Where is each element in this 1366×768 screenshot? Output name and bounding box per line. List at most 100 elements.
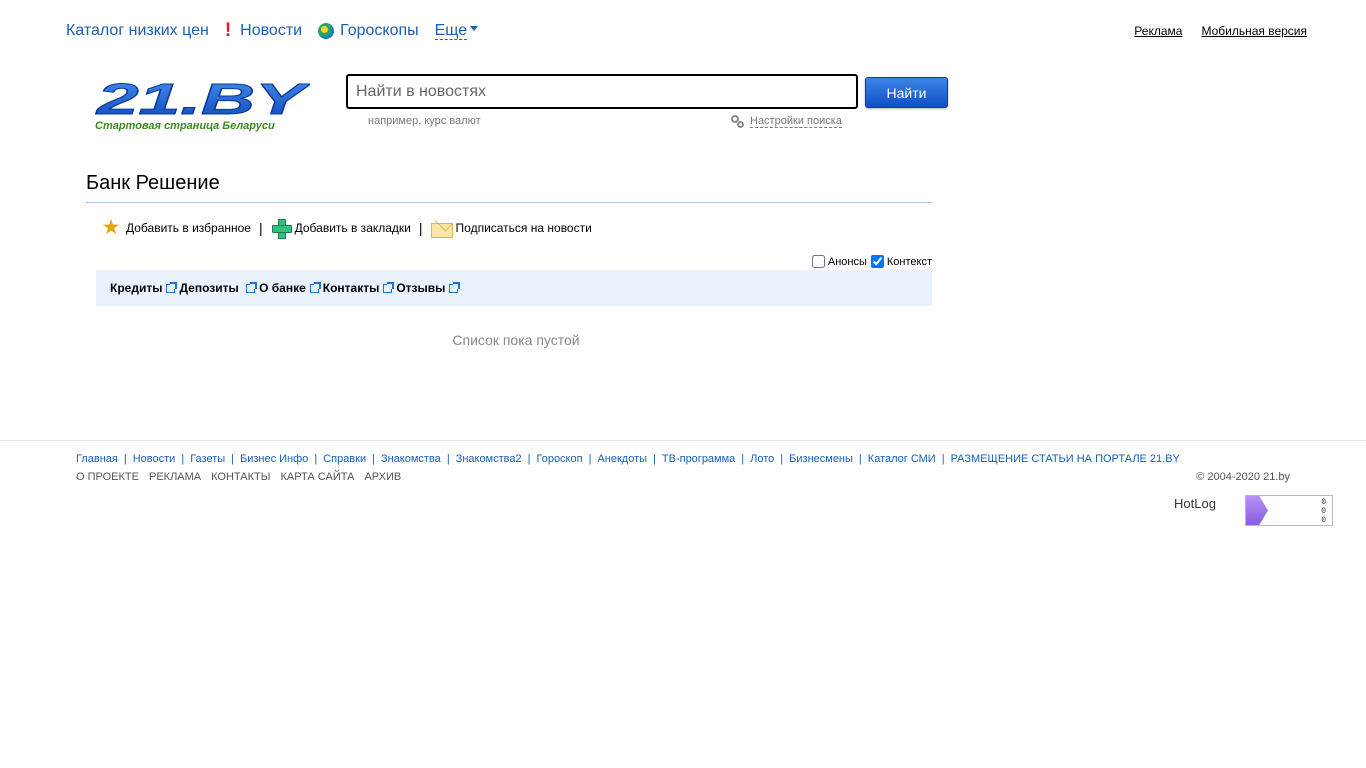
- search-input[interactable]: [346, 74, 858, 109]
- footer-divider: [0, 440, 1366, 441]
- footer-separator: |: [527, 453, 531, 465]
- footer-secondary-link[interactable]: КОНТАКТЫ: [211, 471, 270, 483]
- footer-separator: |: [741, 453, 745, 465]
- empty-list-message: Список пока пустой: [452, 332, 580, 348]
- footer-separator: |: [372, 453, 375, 465]
- footer-secondary-link[interactable]: О ПРОЕКТЕ: [76, 471, 139, 483]
- tab-contacts[interactable]: Контакты: [322, 281, 395, 295]
- footer-separator: |: [446, 453, 450, 465]
- logo-text: 21.BY: [95, 78, 310, 120]
- bank-actions: ★ Добавить в избранное | Добавить в закл…: [101, 216, 592, 239]
- announcements-toggle[interactable]: Анонсы: [811, 255, 867, 268]
- top-links: Реклама Мобильная версия: [1115, 24, 1307, 38]
- counter-value: 0: [1321, 498, 1326, 507]
- nav-horoscopes-label: Гороскопы: [340, 22, 419, 39]
- external-link-icon: [166, 281, 178, 293]
- footer-secondary-link[interactable]: КАРТА САЙТА: [280, 471, 354, 483]
- footer-link[interactable]: ТВ-программа: [662, 453, 735, 465]
- tab-credits[interactable]: Кредиты: [110, 281, 178, 295]
- footer-link[interactable]: Бизнес Инфо: [240, 453, 308, 465]
- logo-tagline: Стартовая страница Беларуси: [95, 120, 275, 132]
- external-link-icon: [246, 281, 258, 293]
- search-settings-label: Настройки поиска: [750, 114, 842, 128]
- ads-link[interactable]: Реклама: [1134, 24, 1182, 38]
- footer-link[interactable]: Бизнесмены: [789, 453, 853, 465]
- footer-link[interactable]: Гороскоп: [536, 453, 582, 465]
- search-settings-link[interactable]: Настройки поиска: [730, 114, 842, 128]
- tab-deposits[interactable]: Депозиты: [179, 281, 258, 295]
- tab-label: Депозиты: [179, 281, 239, 295]
- add-bookmark-label: Добавить в закладки: [294, 221, 411, 235]
- search-hint: например, курс валют: [368, 115, 481, 127]
- footer-secondary-link[interactable]: АРХИВ: [364, 471, 401, 483]
- gears-icon: [730, 114, 744, 128]
- footer-separator: |: [314, 453, 318, 465]
- bank-tab-bar: Кредиты Депозиты О банке Контакты Отзывы: [96, 270, 932, 306]
- nav-horoscopes-link[interactable]: Гороскопы: [318, 22, 419, 40]
- site-logo[interactable]: 21.BY Стартовая страница Беларуси: [95, 78, 315, 136]
- copyright: © 2004-2020 21.by: [1196, 471, 1290, 483]
- separator: |: [418, 220, 423, 236]
- add-favorite-label: Добавить в избранное: [126, 221, 251, 235]
- context-toggle[interactable]: Контекст: [870, 255, 932, 268]
- nav-news-link[interactable]: ! Новости: [224, 20, 303, 41]
- footer-link[interactable]: Справки: [323, 453, 366, 465]
- top-nav: Каталог низких цен ! Новости Гороскопы Е…: [66, 21, 494, 41]
- footer-secondary-link[interactable]: РЕКЛАМА: [149, 471, 201, 483]
- footer-link[interactable]: Лото: [750, 453, 774, 465]
- nav-news-label: Новости: [240, 22, 303, 39]
- footer-secondary-links: О ПРОЕКТЕ РЕКЛАМА КОНТАКТЫ КАРТА САЙТА АРХИВ: [76, 471, 411, 483]
- footer-separator: |: [181, 453, 185, 465]
- tab-label: О банке: [259, 281, 306, 295]
- footer-link[interactable]: Знакомства2: [456, 453, 522, 465]
- counter-value: 0: [1321, 516, 1326, 525]
- footer-separator: |: [941, 453, 945, 465]
- context-checkbox[interactable]: [870, 255, 884, 268]
- hotlog-image[interactable]: HotLog: [1174, 496, 1216, 511]
- add-favorite-button[interactable]: ★ Добавить в избранное: [101, 216, 251, 239]
- footer-link[interactable]: Газеты: [190, 453, 225, 465]
- visit-counter[interactable]: 0 0 0: [1245, 495, 1333, 526]
- footer-link[interactable]: Знакомства: [381, 453, 441, 465]
- footer-separator: |: [858, 453, 862, 465]
- footer-separator: |: [653, 453, 656, 465]
- footer-link[interactable]: Главная: [76, 453, 118, 465]
- context-label: Контекст: [886, 255, 932, 268]
- separator: |: [258, 220, 263, 236]
- nav-catalog-link[interactable]: Каталог низких цен: [66, 22, 209, 40]
- footer-link[interactable]: Анекдоты: [597, 453, 647, 465]
- envelope-icon: [430, 222, 453, 238]
- logo-wordmark: 21.BY: [95, 78, 310, 120]
- tab-about-bank[interactable]: О банке: [259, 281, 321, 295]
- external-link-icon: [383, 281, 395, 293]
- footer-separator: |: [588, 453, 592, 465]
- star-icon: ★: [101, 216, 121, 239]
- tab-label: Контакты: [322, 281, 380, 295]
- announcements-label: Анонсы: [827, 255, 867, 268]
- footer-separator: |: [123, 453, 127, 465]
- subscribe-label: Подписаться на новости: [455, 221, 592, 235]
- external-link-icon: [449, 281, 461, 293]
- subscribe-button[interactable]: Подписаться на новости: [430, 219, 592, 238]
- footer-link[interactable]: Новости: [133, 453, 176, 465]
- globe-icon: [318, 23, 335, 39]
- footer-link[interactable]: РАЗМЕЩЕНИЕ СТАТЬИ НА ПОРТАЛЕ 21.BY: [951, 453, 1180, 465]
- page-title: Банк Решение: [86, 172, 220, 194]
- nav-more-label: Еще: [434, 22, 468, 40]
- tab-label: Кредиты: [110, 281, 163, 295]
- footer-link[interactable]: Каталог СМИ: [868, 453, 936, 465]
- counter-value: 0: [1321, 507, 1326, 516]
- search-button[interactable]: Найти: [865, 77, 948, 108]
- footer-links: Главная | Новости | Газеты | Бизнес Инфо | Справ…: [76, 453, 1180, 465]
- mobile-version-link[interactable]: Мобильная версия: [1201, 24, 1307, 38]
- nav-more-dropdown[interactable]: Еще: [434, 22, 479, 40]
- footer-separator: |: [231, 453, 234, 465]
- caret-down-icon: [470, 26, 479, 31]
- announcements-checkbox[interactable]: [811, 255, 825, 268]
- title-divider: [86, 202, 932, 203]
- tab-reviews[interactable]: Отзывы: [396, 281, 461, 295]
- add-bookmark-button[interactable]: Добавить в закладки: [271, 218, 411, 239]
- exclamation-icon: !: [224, 20, 232, 41]
- counter-badge-icon: [1246, 496, 1268, 525]
- external-link-icon: [309, 281, 321, 293]
